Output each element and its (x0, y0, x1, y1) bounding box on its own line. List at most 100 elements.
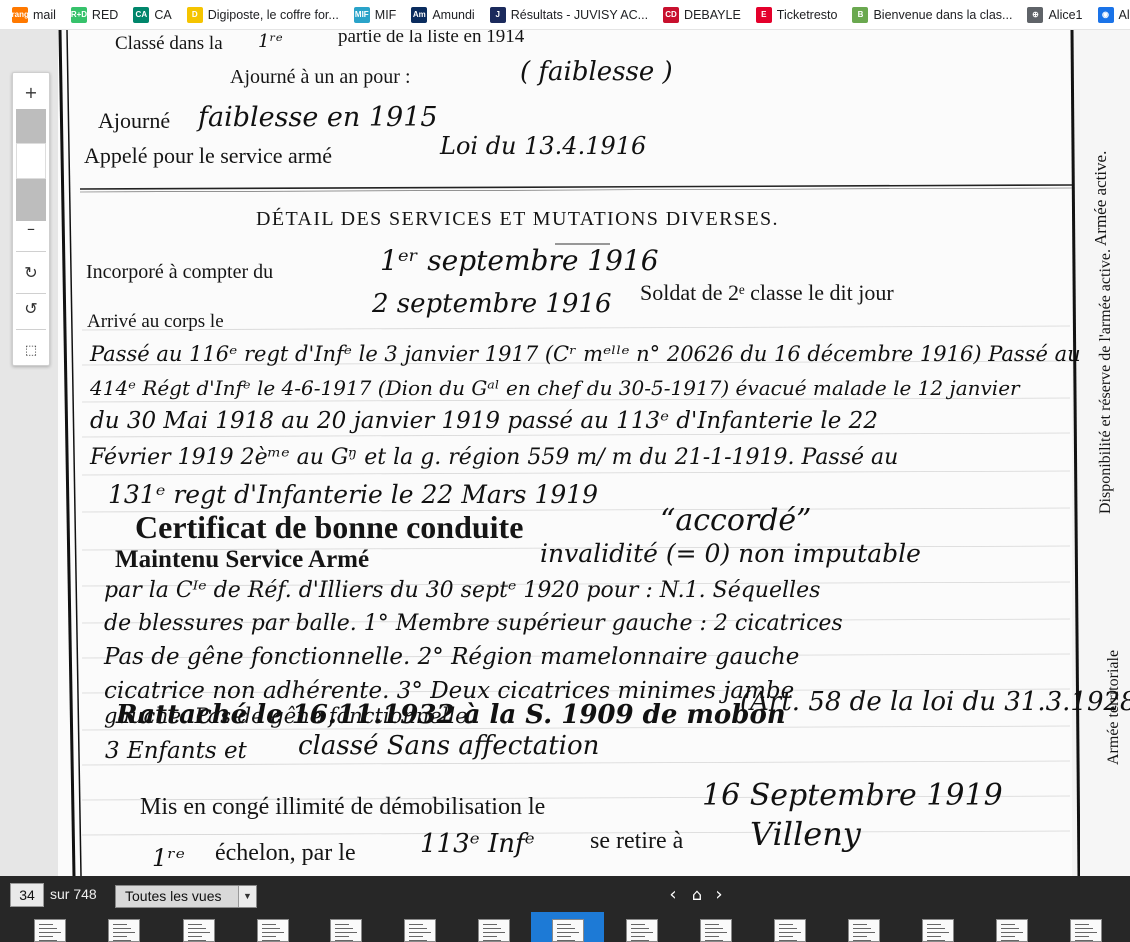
doc-classe-rest: partie de la liste en 1914 (338, 30, 525, 47)
bookmark-label: Digiposte, le coffre for... (207, 7, 339, 22)
thumbnail-line (335, 940, 353, 941)
bookmark-item[interactable]: E Ticketresto (755, 6, 837, 23)
thumbnail-line (262, 928, 280, 929)
page-thumbnail[interactable] (996, 919, 1028, 942)
bookmark-label: CA (154, 7, 172, 22)
thumbnail-line (113, 936, 127, 937)
bookmark-item[interactable]: J Résultats - JUVISY AC... (489, 6, 648, 23)
page-thumbnail[interactable] (183, 919, 215, 942)
page-thumbnail[interactable] (700, 919, 732, 942)
page-thumbnail[interactable] (774, 919, 806, 942)
mif-icon: MIF (353, 6, 370, 23)
thumbnail-line (409, 936, 423, 937)
bookmark-item[interactable]: ◉ Alice2 (1097, 6, 1130, 23)
next-page-icon[interactable]: › (709, 884, 729, 906)
chevron-down-icon[interactable]: ▼ (238, 886, 256, 907)
bookmark-label: Bienvenue dans la clas... (873, 7, 1013, 22)
thumbnail-line (188, 924, 202, 925)
doc-ajourne2-hw: faiblesse en 1915 (196, 102, 438, 133)
thumbnail-line (113, 924, 127, 925)
thumbnail-line (1001, 936, 1015, 937)
zoom-in-button[interactable]: + (13, 75, 49, 109)
thumbnail-line (779, 936, 793, 937)
thumbnail-line (1001, 932, 1023, 933)
doc-margin-territoriale: Armée territoriale (1105, 650, 1122, 765)
page-thumbnail[interactable] (108, 919, 140, 942)
doc-enfants-label: classé Sans affectation (298, 731, 599, 761)
bookmark-item[interactable]: R+D RED (71, 6, 118, 23)
doc-classe-label: Classé dans la (115, 33, 223, 54)
doc-arrive-label: Arrivé au corps le (87, 311, 224, 332)
bookmark-item[interactable]: ⊕ Alice1 (1027, 6, 1083, 23)
bookmark-label: Alice1 (1048, 7, 1083, 22)
bookmark-item[interactable]: CA CA (133, 6, 172, 23)
doc-ajourne2-label: Ajourné (98, 108, 170, 133)
doc-hw-line-3: du 30 Mai 1918 au 20 janvier 1919 passé … (90, 408, 878, 434)
page-thumbnail[interactable] (848, 919, 880, 942)
doc-hw-line-8: Pas de gêne fonctionnelle. 2° Région mam… (103, 644, 799, 670)
thumbnail-line (113, 928, 131, 929)
doc-margin-armee-active: Armée active. (1091, 151, 1110, 246)
thumbnail-line (1075, 928, 1093, 929)
rotate-right-icon[interactable]: ↻ (13, 255, 49, 289)
doc-classe-hw: 1ʳᵉ (258, 31, 283, 52)
doc-appele-hw: Loi du 13.4.1916 (439, 132, 646, 160)
doc-rattache-label: Rattaché le 16.11.1932 à la S. 1909 de m… (115, 700, 786, 730)
previous-page-icon[interactable]: ‹ (663, 884, 683, 906)
globe-icon: ⊕ (1027, 6, 1044, 23)
shield-icon: J (489, 6, 506, 23)
thumbnail-line (705, 940, 723, 941)
doc-echelon-hw2: 113ᵉ Infᵉ (420, 829, 535, 859)
thumbnail-line (483, 924, 497, 925)
document-viewer[interactable]: Classé dans la 1ʳᵉ partie de la liste en… (0, 30, 1130, 876)
doc-hw-line-2: 414ᵉ Régt d'Infᵉ le 4-6-1917 (Dion du Gᵃ… (89, 376, 1021, 400)
thumbnail-line (853, 936, 867, 937)
thumbnail-line (705, 928, 723, 929)
thumbnail-line (557, 936, 571, 937)
page-thumbnail[interactable] (626, 919, 658, 942)
debayle-icon: CD (663, 6, 680, 23)
page-thumbnail[interactable] (34, 919, 66, 942)
bookmark-item[interactable]: B Bienvenue dans la clas... (852, 6, 1013, 23)
thumbnail-line (631, 924, 645, 925)
bookmark-item[interactable]: orange mail (7, 6, 56, 23)
thumbnail-line (853, 924, 867, 925)
doc-hw-line-6: par la Cᴵᵉ de Réf. d'Illiers du 30 septᵉ… (104, 578, 820, 603)
thumbnail-line (483, 936, 497, 937)
thumbnail-line (409, 940, 427, 941)
home-icon[interactable]: ⌂ (687, 884, 707, 906)
thumbnail-line (188, 940, 206, 941)
page-thumbnail[interactable] (922, 919, 954, 942)
page-thumbnail[interactable] (330, 919, 362, 942)
page-thumbnail[interactable] (1070, 919, 1102, 942)
doc-appele-label: Appelé pour le service armé (84, 143, 332, 168)
doc-ajourne-label: Ajourné à un an pour : (230, 66, 411, 88)
doc-certificat-hw: “accordé” (660, 503, 812, 538)
bookmark-item[interactable]: D Digiposte, le coffre for... (186, 6, 339, 23)
doc-rattache-hw: (Art. 58 de la loi du 31.3.1928) (740, 687, 1130, 717)
bookmark-item[interactable]: CD DEBAYLE (663, 6, 741, 23)
thumbnail-line (853, 940, 871, 941)
thumbnail-line (631, 940, 649, 941)
rotate-left-icon[interactable]: ↺ (13, 291, 49, 325)
thumbnail-line (39, 924, 53, 925)
fullscreen-icon[interactable]: ⬚ (13, 333, 49, 367)
thumbnail-line (39, 928, 57, 929)
thumbnail-line (409, 932, 431, 933)
zoom-out-button[interactable]: – (13, 211, 49, 245)
zoom-slider-thumb[interactable] (16, 143, 46, 179)
bookmark-item[interactable]: Am Amundi (411, 6, 475, 23)
page-thumbnail[interactable] (478, 919, 510, 942)
doc-echelon-label: échelon, par le (215, 840, 356, 866)
doc-retire-label: se retire à (590, 828, 684, 854)
view-select[interactable]: Toutes les vues ▼ (115, 885, 257, 908)
bookmark-item[interactable]: MIF MIF (353, 6, 396, 23)
page-thumbnail[interactable] (552, 919, 584, 942)
page-thumbnail[interactable] (257, 919, 289, 942)
red-sfr-icon: R+D (71, 6, 87, 23)
orange-mail-icon: orange (7, 6, 33, 23)
page-thumbnail[interactable] (404, 919, 436, 942)
view-select-value: Toutes les vues (125, 888, 222, 904)
page-number-input[interactable]: 34 (10, 883, 44, 907)
thumbnail-line (39, 936, 53, 937)
